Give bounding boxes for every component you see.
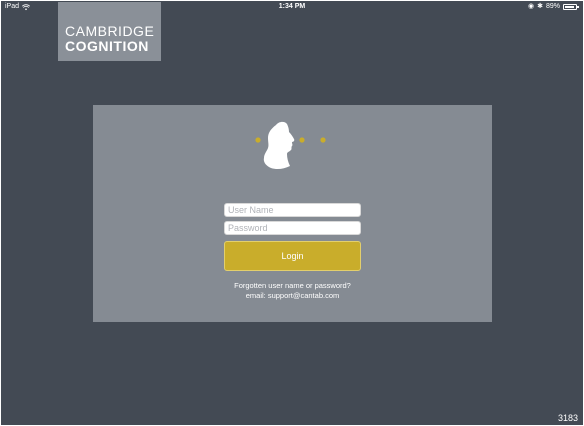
screen: iPad 1:34 PM ◉ ✱ 89% CAMBRIDGE COGNITION — [1, 1, 583, 425]
bluetooth-icon: ✱ — [537, 3, 543, 10]
battery-tip — [577, 6, 579, 8]
device-code: 3183 — [557, 413, 578, 423]
login-button[interactable]: Login — [224, 241, 361, 271]
head-profile-icon — [255, 121, 326, 170]
login-panel: Login Forgotten user name or password? e… — [93, 105, 492, 322]
status-right: ◉ ✱ 89% — [528, 1, 579, 13]
cambridge-cognition-logo: CAMBRIDGE COGNITION — [58, 2, 161, 61]
support-email[interactable]: email: support@cantab.com — [93, 291, 492, 301]
battery-fill — [565, 6, 574, 8]
username-field[interactable] — [224, 203, 361, 217]
password-field[interactable] — [224, 221, 361, 235]
battery-percent: 89% — [545, 3, 560, 10]
logo-line-cognition: COGNITION — [65, 38, 149, 54]
forgot-credentials-link[interactable]: Forgotten user name or password? — [93, 281, 492, 291]
battery-icon — [563, 4, 579, 10]
logo-line-cambridge: CAMBRIDGE — [65, 23, 155, 39]
orientation-lock-icon: ◉ — [528, 3, 535, 10]
